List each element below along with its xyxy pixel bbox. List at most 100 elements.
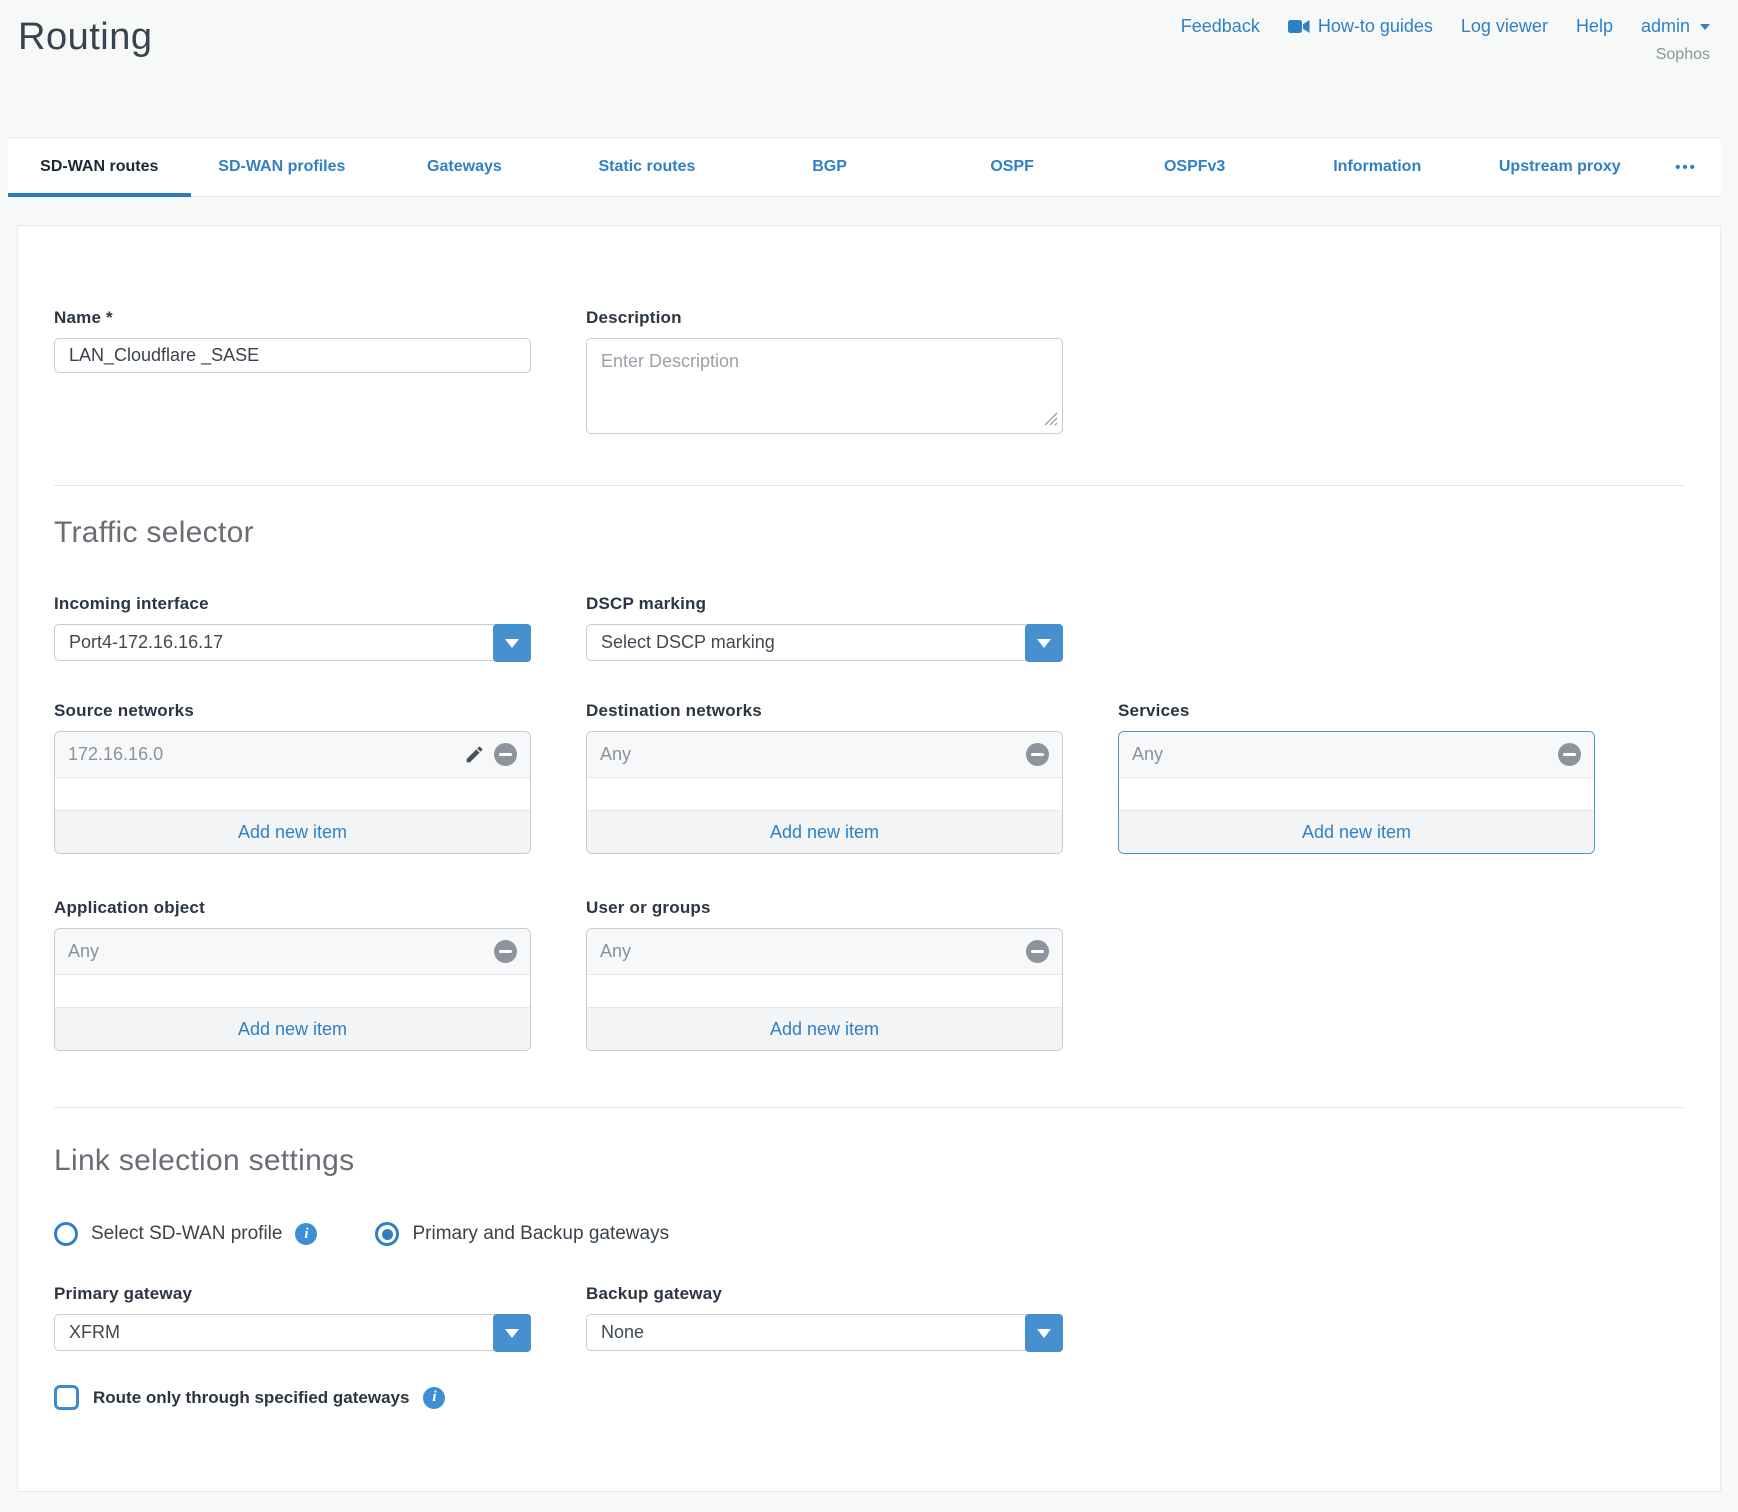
description-textarea[interactable]	[586, 338, 1063, 434]
list-item: Any	[587, 732, 1062, 778]
dscp-marking-group: DSCP marking Select DSCP marking	[586, 594, 1063, 661]
description-field-group: Description	[586, 308, 1063, 439]
feedback-link[interactable]: Feedback	[1181, 16, 1260, 37]
radio-icon-checked[interactable]	[375, 1222, 399, 1246]
listbox-empty-area	[587, 975, 1062, 1007]
dropdown-button[interactable]	[1025, 624, 1063, 662]
section-divider	[54, 1107, 1684, 1108]
link-selection-heading: Link selection settings	[54, 1144, 1684, 1178]
route-only-checkbox[interactable]	[54, 1385, 79, 1410]
how-to-guides-label: How-to guides	[1318, 16, 1433, 37]
caret-down-icon	[505, 639, 519, 648]
remove-icon[interactable]	[494, 940, 517, 963]
name-description-row: Name * Description	[54, 308, 1684, 439]
source-networks-listbox: 172.16.16.0 Add new item	[54, 731, 531, 854]
primary-gateway-select[interactable]: XFRM	[54, 1314, 531, 1351]
dscp-marking-value: Select DSCP marking	[587, 632, 775, 653]
list-item: Any	[55, 929, 530, 975]
info-icon[interactable]: i	[295, 1223, 317, 1245]
remove-icon[interactable]	[1558, 743, 1581, 766]
remove-icon[interactable]	[1026, 743, 1049, 766]
incoming-interface-group: Incoming interface Port4-172.16.16.17	[54, 594, 531, 661]
interface-dscp-row: Incoming interface Port4-172.16.16.17 DS…	[54, 594, 1684, 661]
backup-gateway-label: Backup gateway	[586, 1284, 1063, 1304]
radio-select-sdwan-profile[interactable]: Select SD-WAN profile i	[54, 1222, 317, 1246]
log-viewer-link[interactable]: Log viewer	[1461, 16, 1548, 37]
services-listbox: Any Add new item	[1118, 731, 1595, 854]
dscp-marking-select[interactable]: Select DSCP marking	[586, 624, 1063, 661]
list-item: 172.16.16.0	[55, 732, 530, 778]
tab-upstream-proxy[interactable]: Upstream proxy	[1469, 138, 1652, 196]
help-link[interactable]: Help	[1576, 16, 1613, 37]
page-header: Routing Feedback How-to guides Log viewe…	[0, 0, 1738, 137]
tab-information[interactable]: Information	[1286, 138, 1469, 196]
caret-down-icon	[505, 1329, 519, 1338]
destination-networks-listbox: Any Add new item	[586, 731, 1063, 854]
admin-menu-label: admin	[1641, 16, 1690, 37]
remove-icon[interactable]	[1026, 940, 1049, 963]
dropdown-button[interactable]	[493, 624, 531, 662]
dropdown-button[interactable]	[493, 1314, 531, 1352]
list-item-value: Any	[68, 941, 99, 962]
incoming-interface-label: Incoming interface	[54, 594, 531, 614]
tab-gateways[interactable]: Gateways	[373, 138, 556, 196]
section-divider	[54, 485, 1684, 486]
name-label: Name *	[54, 308, 531, 328]
primary-gateway-label: Primary gateway	[54, 1284, 531, 1304]
listbox-empty-area	[55, 778, 530, 810]
info-icon[interactable]: i	[423, 1387, 445, 1409]
tab-sd-wan-routes[interactable]: SD-WAN routes	[8, 138, 191, 196]
how-to-guides-link[interactable]: How-to guides	[1288, 16, 1433, 37]
tab-ospf[interactable]: OSPF	[921, 138, 1104, 196]
user-or-groups-listbox: Any Add new item	[586, 928, 1063, 1051]
list-item-value: 172.16.16.0	[68, 744, 163, 765]
list-item-value: Any	[600, 941, 631, 962]
add-new-item-button[interactable]: Add new item	[55, 1007, 530, 1050]
admin-menu[interactable]: admin	[1641, 16, 1710, 37]
source-networks-group: Source networks 172.16.16.0 Add new item	[54, 701, 531, 854]
listbox-empty-area	[55, 975, 530, 1007]
list-item: Any	[1119, 732, 1594, 778]
caret-down-icon	[1037, 1329, 1051, 1338]
video-camera-icon	[1288, 19, 1310, 34]
caret-down-icon	[1037, 639, 1051, 648]
source-networks-label: Source networks	[54, 701, 531, 721]
tab-sd-wan-profiles[interactable]: SD-WAN profiles	[191, 138, 374, 196]
dropdown-button[interactable]	[1025, 1314, 1063, 1352]
help-link-label: Help	[1576, 16, 1613, 37]
add-new-item-button[interactable]: Add new item	[587, 1007, 1062, 1050]
services-group: Services Any Add new item	[1118, 701, 1595, 854]
name-input[interactable]	[54, 338, 531, 373]
remove-icon[interactable]	[494, 743, 517, 766]
name-field-group: Name *	[54, 308, 531, 373]
tab-bar: SD-WAN routes SD-WAN profiles Gateways S…	[8, 137, 1721, 197]
user-or-groups-group: User or groups Any Add new item	[586, 898, 1063, 1051]
header-nav: Feedback How-to guides Log viewer Help a…	[1181, 16, 1710, 37]
chevron-down-icon	[1700, 24, 1710, 30]
route-only-label: Route only through specified gateways	[93, 1388, 409, 1408]
header-right: Feedback How-to guides Log viewer Help a…	[1181, 16, 1710, 64]
add-new-item-button[interactable]: Add new item	[587, 810, 1062, 853]
tab-ospfv3[interactable]: OSPFv3	[1103, 138, 1286, 196]
application-users-row: Application object Any Add new item User…	[54, 898, 1684, 1051]
backup-gateway-select[interactable]: None	[586, 1314, 1063, 1351]
edit-icon[interactable]	[464, 744, 485, 765]
radio-label: Select SD-WAN profile	[91, 1223, 282, 1245]
list-item-value: Any	[1132, 744, 1163, 765]
backup-gateway-value: None	[587, 1322, 644, 1343]
radio-icon[interactable]	[54, 1222, 78, 1246]
log-viewer-label: Log viewer	[1461, 16, 1548, 37]
radio-primary-backup-gateways[interactable]: Primary and Backup gateways	[375, 1222, 669, 1246]
add-new-item-button[interactable]: Add new item	[55, 810, 530, 853]
user-or-groups-label: User or groups	[586, 898, 1063, 918]
networks-services-row: Source networks 172.16.16.0 Add new item…	[54, 701, 1684, 854]
primary-gateway-group: Primary gateway XFRM	[54, 1284, 531, 1351]
tab-static-routes[interactable]: Static routes	[556, 138, 739, 196]
link-selection-radios: Select SD-WAN profile i Primary and Back…	[54, 1222, 1684, 1246]
tab-bgp[interactable]: BGP	[738, 138, 921, 196]
sd-wan-route-form: Name * Description Traffic selector Inco…	[17, 225, 1721, 1492]
incoming-interface-value: Port4-172.16.16.17	[55, 632, 223, 653]
incoming-interface-select[interactable]: Port4-172.16.16.17	[54, 624, 531, 661]
add-new-item-button[interactable]: Add new item	[1119, 810, 1594, 853]
more-tabs-button[interactable]: •••	[1651, 138, 1721, 196]
